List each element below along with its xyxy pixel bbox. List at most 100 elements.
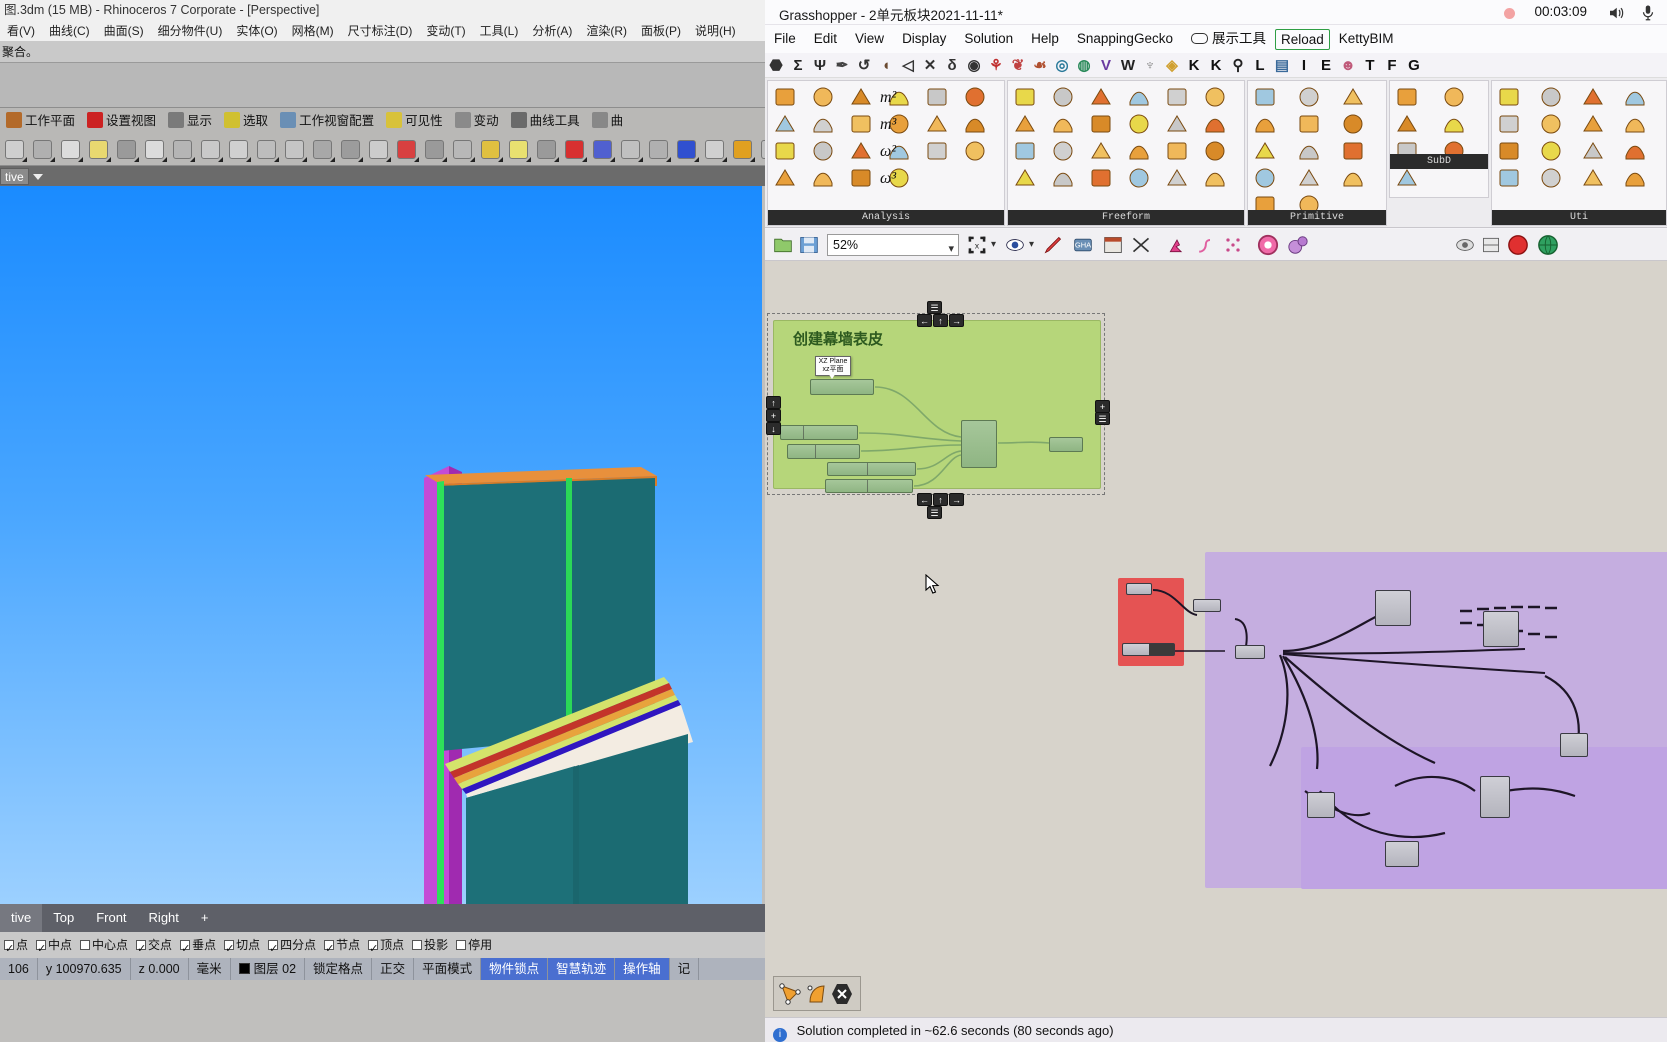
dragonfly-icon[interactable]: ◍ — [1073, 53, 1095, 77]
status-toggle-4[interactable]: 智慧轨迹 — [548, 958, 616, 980]
osnap-9[interactable]: 投影 — [408, 932, 452, 958]
ribbon-icon-1-23[interactable] — [1203, 166, 1227, 190]
preview-eye-icon[interactable] — [1005, 235, 1025, 255]
rhino-menu-item-6[interactable]: 尺寸标注(D) — [341, 21, 420, 41]
group-side-up-nub[interactable]: ↑ — [766, 396, 781, 409]
ribbon-icon-1-17[interactable] — [1203, 139, 1227, 163]
ribbon-icon-3-6[interactable] — [1395, 166, 1419, 190]
rhino-toolbar-button-19[interactable] — [533, 136, 560, 163]
ribbon-icon-0-6[interactable] — [773, 112, 797, 136]
gh-component-tabs[interactable]: ⬣ Σ Ψ ✒ ↺ ◖ ◁ ✕ δ ◉ ⚘ ❦ ☙ ◎ ◍ V W ♆ ◈ K K ⚲ L ▤ I E ☻ T F G — [765, 53, 1667, 78]
group-purple-inner[interactable] — [1301, 747, 1667, 889]
ribbon-icon-1-11[interactable] — [1203, 112, 1227, 136]
rhino-toolbar-button-8[interactable] — [225, 136, 252, 163]
rhino-toolbar-button-22[interactable] — [617, 136, 644, 163]
ribbon-icon-4-6[interactable] — [1581, 112, 1605, 136]
rhino-toolbar-button-6[interactable] — [169, 136, 196, 163]
checkbox-icon[interactable] — [4, 936, 14, 958]
ribbon-icon-0-5[interactable] — [963, 85, 987, 109]
gh-menu-item-snappinggecko[interactable]: SnappingGecko — [1068, 25, 1182, 53]
group-bottom-up-nub[interactable]: ↑ — [933, 493, 948, 506]
ribbon-math-icon-3[interactable]: ω³ — [880, 170, 896, 188]
osnap-4[interactable]: 垂点 — [176, 932, 220, 958]
rhino-toolbar-button-18[interactable] — [505, 136, 532, 163]
checkbox-icon[interactable] — [412, 940, 423, 950]
ribbon-icon-3-3[interactable] — [1442, 112, 1466, 136]
gh-menu-item-solution[interactable]: Solution — [955, 25, 1022, 53]
ribbon-icon-4-9[interactable] — [1539, 139, 1563, 163]
gh-menu-item-help[interactable]: Help — [1022, 25, 1068, 53]
ribbon-icon-4-4[interactable] — [1497, 112, 1521, 136]
rhino-status-bar[interactable]: 106 y 100970.635 z 0.000 毫米 图层 02 锁定格点 正交 平面模式物… — [0, 958, 765, 980]
t-icon[interactable]: T — [1359, 53, 1381, 77]
gh-ribbon[interactable]: m² m³ ω² ω³ Analysis Freeform Primitive SubD Uti — [765, 78, 1667, 228]
gh-menu-item-edit[interactable]: Edit — [805, 25, 846, 53]
rhino-toolbar-group-4[interactable]: 工作视窗配置 — [274, 108, 380, 134]
ribbon-icon-2-11[interactable] — [1341, 166, 1365, 190]
ribbon-icon-1-2[interactable] — [1089, 85, 1113, 109]
rhino-toolbar-button-27[interactable] — [757, 136, 765, 163]
clear-selection-icon[interactable] — [830, 982, 854, 1006]
group-bottom-right-nub[interactable]: → — [949, 493, 964, 506]
zoom-extents-icon[interactable]: x — [967, 235, 987, 255]
ribbon-icon-1-4[interactable] — [1165, 85, 1189, 109]
honeybee-icon[interactable]: ☙ — [1029, 53, 1051, 77]
ribbon-icon-3-0[interactable] — [1395, 85, 1419, 109]
surface-icon[interactable]: ◖ — [875, 53, 897, 77]
ribbon-icon-0-17[interactable] — [963, 139, 987, 163]
ribbon-icon-1-10[interactable] — [1165, 112, 1189, 136]
group-right-side-nub-2[interactable]: ☰ — [1095, 412, 1110, 425]
rhino-menu-item-7[interactable]: 变动(T) — [419, 21, 472, 41]
ribbon-icon-2-3[interactable] — [1253, 112, 1277, 136]
cluster-icon[interactable] — [1131, 235, 1151, 255]
status-toggle-1[interactable]: 正交 — [372, 958, 415, 980]
chevron-down-icon-2[interactable]: ▾ — [991, 239, 996, 250]
l-icon[interactable]: L — [1249, 53, 1271, 77]
rhino-viewport[interactable] — [0, 186, 762, 904]
k-icon[interactable]: K — [1183, 53, 1205, 77]
rhino-toolbar-button-0[interactable] — [1, 136, 28, 163]
gh-menu-item-reload[interactable]: Reload — [1274, 29, 1330, 50]
rhino-toolbar-button-3[interactable] — [85, 136, 112, 163]
status-toggle-2[interactable]: 平面模式 — [414, 958, 482, 980]
gh-component-large[interactable] — [961, 420, 997, 468]
osnap-2[interactable]: 中心点 — [76, 932, 132, 958]
ribbon-icon-1-6[interactable] — [1013, 112, 1037, 136]
rhino-toolbar-button-13[interactable] — [365, 136, 392, 163]
microphone-icon[interactable] — [1639, 3, 1657, 23]
ribbon-icon-4-8[interactable] — [1497, 139, 1521, 163]
ribbon-icon-4-0[interactable] — [1497, 85, 1521, 109]
checkbox-icon[interactable] — [224, 936, 234, 958]
rhino-view-tab-2[interactable]: Front — [85, 904, 137, 932]
rhino-toolbar-button-26[interactable] — [729, 136, 756, 163]
rhino-command-line[interactable]: 聚合。 — [0, 41, 765, 63]
ribbon-icon-4-14[interactable] — [1581, 166, 1605, 190]
rhino-toolbar-button-1[interactable] — [29, 136, 56, 163]
rhino-viewport-name[interactable]: tive — [0, 168, 29, 185]
gh-component[interactable] — [810, 379, 874, 395]
status-units[interactable]: 毫米 — [189, 958, 231, 980]
rhino-toolbar-button-15[interactable] — [421, 136, 448, 163]
rhino-view-tab-4[interactable]: + — [190, 904, 220, 932]
ribbon-icon-0-20[interactable] — [849, 166, 873, 190]
rhino-toolbar-group-6[interactable]: 变动 — [449, 108, 505, 134]
k2-icon[interactable]: K — [1205, 53, 1227, 77]
i-icon[interactable]: I — [1293, 53, 1315, 77]
rhino-menu-item-12[interactable]: 说明(H) — [688, 21, 743, 41]
rhino-toolbar-button-21[interactable] — [589, 136, 616, 163]
rhino-toolbar-group-0[interactable]: 工作平面 — [0, 108, 81, 134]
group-side-down-nub[interactable]: ↓ — [766, 422, 781, 435]
weaverbird-icon[interactable]: V — [1095, 53, 1117, 77]
ribbon-icon-2-2[interactable] — [1341, 85, 1365, 109]
rhino-toolbar-button-20[interactable] — [561, 136, 588, 163]
sets-icon[interactable]: Ψ — [809, 53, 831, 77]
ribbon-icon-1-21[interactable] — [1127, 166, 1151, 190]
ribbon-icon-4-11[interactable] — [1623, 139, 1647, 163]
gh-component[interactable] — [827, 462, 916, 476]
speaker-icon[interactable] — [1607, 4, 1625, 22]
osnap-1[interactable]: 中点 — [32, 932, 76, 958]
gh-component[interactable] — [1375, 590, 1411, 626]
ribbon-icon-0-0[interactable] — [773, 85, 797, 109]
group-bottom-left-nub[interactable]: ← — [917, 493, 932, 506]
ribbon-icon-2-10[interactable] — [1297, 166, 1321, 190]
